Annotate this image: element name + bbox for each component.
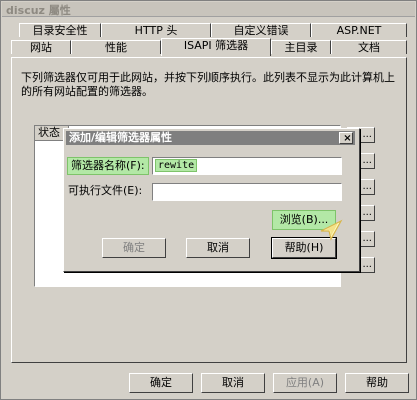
filter-name-value: rewite — [155, 159, 198, 172]
apply-button[interactable]: 应用(A) — [273, 373, 337, 393]
dialog-title: 添加/编辑筛选器属性 — [69, 131, 173, 144]
tab-http-headers[interactable]: HTTP 头 — [101, 23, 211, 37]
tab-isapi-filters[interactable]: ISAPI 筛选器 — [161, 38, 271, 56]
tab-documents[interactable]: 文档 — [331, 40, 407, 54]
filter-name-label: 筛选器名称(F): — [67, 157, 149, 175]
tab-aspnet[interactable]: ASP.NET — [311, 23, 407, 37]
tab-performance[interactable]: 性能 — [71, 40, 161, 54]
window-titlebar[interactable]: discuz 屬性 — [2, 2, 415, 17]
add-edit-filter-dialog: 添加/编辑筛选器属性 × 筛选器名称(F): rewite 可执行文件(E): … — [63, 128, 360, 272]
window-title: discuz 屬性 — [6, 4, 71, 17]
tab-home-directory[interactable]: 主目录 — [271, 40, 331, 54]
filter-name-field[interactable]: rewite — [152, 157, 342, 175]
cancel-button[interactable]: 取消 — [201, 373, 265, 393]
dialog-cancel-button[interactable]: 取消 — [186, 238, 250, 258]
dialog-help-button[interactable]: 帮助(H) — [271, 237, 337, 259]
filters-description: 下列筛选器仅可用于此网站，并按下列顺序执行。此列表不显示为此计算机上的所有网站配… — [21, 71, 395, 98]
ok-button[interactable]: 确定 — [129, 373, 193, 393]
tab-custom-errors[interactable]: 自定义错误 — [211, 23, 311, 37]
dialog-ok-button[interactable]: 确定 — [102, 238, 166, 258]
dialog-close-button[interactable]: × — [339, 132, 353, 144]
close-icon: × — [343, 133, 352, 144]
tab-website[interactable]: 网站 — [11, 40, 71, 54]
help-button[interactable]: 帮助 — [345, 373, 409, 393]
executable-field[interactable] — [152, 183, 342, 201]
mouse-pointer-icon — [320, 219, 343, 241]
dialog-titlebar[interactable]: 添加/编辑筛选器属性 × — [66, 131, 355, 145]
executable-label: 可执行文件(E): — [68, 184, 143, 197]
tab-directory-security[interactable]: 目录安全性 — [19, 23, 101, 37]
